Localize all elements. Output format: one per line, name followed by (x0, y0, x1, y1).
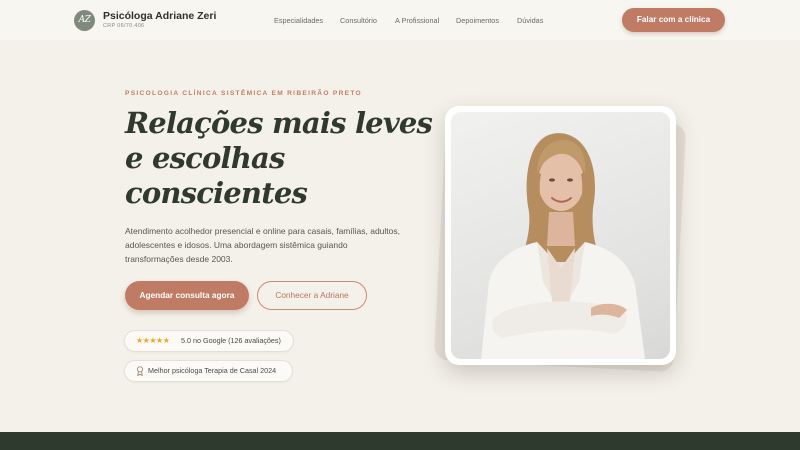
contact-clinic-button[interactable]: Falar com a clínica (622, 8, 725, 32)
hero-eyebrow: PSICOLOGIA CLÍNICA SISTÊMICA EM RIBEIRÃO… (125, 90, 362, 97)
rating-text: 5.0 no Google (126 avaliações) (181, 336, 281, 345)
star-rating-icon: ★★★★★ (136, 336, 170, 345)
nav-duvidas[interactable]: Dúvidas (517, 16, 543, 25)
meet-adriane-button[interactable]: Conhecer a Adriane (257, 281, 367, 310)
brand-name[interactable]: Psicóloga Adriane Zeri (103, 10, 216, 22)
hero-headline: Relações mais leves e escolhas conscient… (125, 106, 433, 211)
portrait-illustration (481, 133, 645, 359)
next-section-band (0, 432, 800, 450)
headline-line-2: e escolhas (125, 141, 285, 175)
crp-number: CRP 06/70.406 (103, 23, 145, 29)
site-header: AZ Psicóloga Adriane Zeri CRP 06/70.406 … (0, 0, 800, 40)
award-text: Melhor psicóloga Terapia de Casal 2024 (148, 366, 277, 375)
schedule-appointment-button[interactable]: Agendar consulta agora (125, 281, 249, 310)
google-rating-badge: ★★★★★ 5.0 no Google (126 avaliações) (124, 330, 294, 352)
portrait-photo (451, 112, 670, 359)
headline-line-3: conscientes (125, 176, 308, 210)
logo-badge[interactable]: AZ (74, 10, 95, 31)
headline-line-1: Relações mais leves (125, 106, 433, 140)
award-badge: Melhor psicóloga Terapia de Casal 2024 (124, 360, 293, 382)
nav-especialidades[interactable]: Especialidades (274, 16, 323, 25)
portrait-card (445, 106, 676, 365)
nav-a-profissional[interactable]: A Profissional (395, 16, 439, 25)
hero-description: Atendimento acolhedor presencial e onlin… (125, 226, 400, 264)
nav-consultorio[interactable]: Consultório (340, 16, 377, 25)
award-ribbon-icon (136, 366, 144, 376)
nav-depoimentos[interactable]: Depoimentos (456, 16, 499, 25)
